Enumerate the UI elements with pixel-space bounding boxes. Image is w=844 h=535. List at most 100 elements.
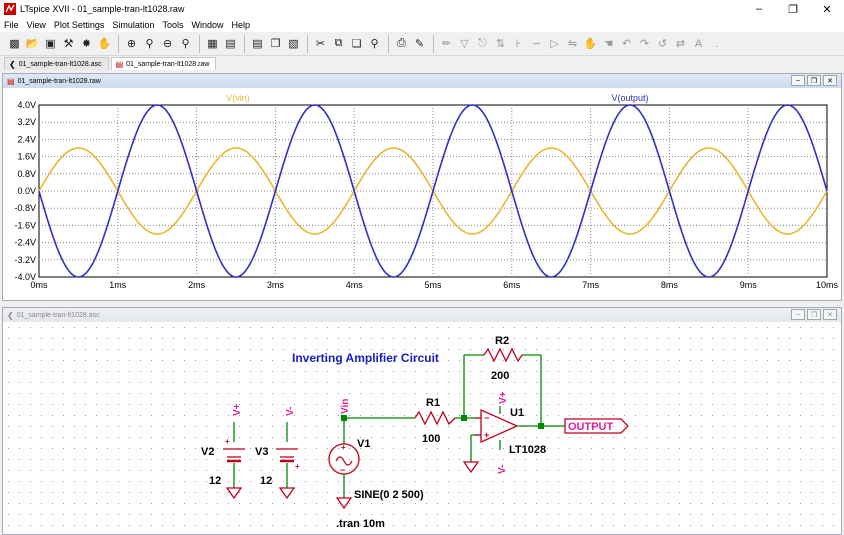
opamp-inverting-sign: − [484, 413, 489, 423]
opamp-noninverting-sign: + [484, 430, 489, 440]
toolbar-separator [118, 34, 119, 53]
y-tick-label: 3.2V [17, 117, 36, 127]
v1-value: SINE(0 2 500) [354, 489, 424, 501]
cascade-icon[interactable]: ❐ [267, 35, 284, 52]
print-setup-icon[interactable]: ✎ [411, 35, 428, 52]
u1-vminus-net-label[interactable]: V- [497, 465, 508, 474]
menu-view[interactable]: View [27, 20, 46, 30]
x-tick-label: 8ms [661, 280, 679, 290]
tab-schematic[interactable]: ❮ 01_sample-tran-lt1028.asc [4, 57, 109, 70]
run-icon[interactable]: ✸ [78, 35, 95, 52]
label-net-icon[interactable]: ⎋ [474, 35, 491, 52]
x-tick-label: 0ms [30, 280, 48, 290]
capacitor-icon[interactable]: ⊦ [510, 35, 527, 52]
text-icon[interactable]: A [690, 35, 707, 52]
v1-name: V1 [357, 438, 370, 450]
schematic-window-title-bar: ❮ 01_sample-tran-lt1028.asc – ❐ ✕ [3, 308, 841, 322]
menu-file[interactable]: File [4, 20, 19, 30]
y-tick-label: 4.0V [17, 100, 36, 110]
v3-net-label[interactable]: V- [285, 407, 296, 416]
y-tick-label: 0.8V [17, 169, 36, 179]
schematic-editor-window: ❮ 01_sample-tran-lt1028.asc – ❐ ✕ Invert… [2, 307, 842, 535]
menu-window[interactable]: Window [191, 20, 223, 30]
minimize-button[interactable]: – [742, 0, 776, 18]
legend-vin[interactable]: V(vin) [226, 93, 250, 103]
menu-tools[interactable]: Tools [162, 20, 183, 30]
autorange-icon[interactable]: ▦ [204, 35, 221, 52]
x-tick-label: 4ms [346, 280, 364, 290]
r1-name: R1 [426, 397, 440, 409]
x-tick-label: 3ms [267, 280, 285, 290]
toolbar-separator [433, 34, 434, 53]
document-tabs: ❮ 01_sample-tran-lt1028.asc ▤ 01_sample-… [0, 56, 844, 70]
tab-label: 01_sample-tran-lt1028.asc [18, 60, 102, 68]
u1-vplus-net-label[interactable]: V+ [498, 391, 509, 404]
minimize-button[interactable]: – [791, 75, 805, 86]
menu-plot-settings[interactable]: Plot Settings [54, 20, 105, 30]
resistor-icon[interactable]: ⇅ [492, 35, 509, 52]
rotate-icon[interactable]: ↺ [654, 35, 671, 52]
ground-icon[interactable]: ▽ [456, 35, 473, 52]
waveform-icon: ▤ [115, 59, 124, 69]
x-tick-label: 6ms [503, 280, 521, 290]
restore-button[interactable]: ❐ [807, 75, 821, 86]
diode-icon[interactable]: ▷ [546, 35, 563, 52]
waveform-plot[interactable]: 4.0V 3.2V 2.4V 1.6V 0.8V 0.0V -0.8V -1.6V -2.4V -… [3, 88, 841, 300]
cut-icon[interactable]: ✂ [312, 35, 329, 52]
x-tick-label: 7ms [582, 280, 600, 290]
save-icon[interactable]: ▣ [42, 35, 59, 52]
title-bar: LTspice XVII - 01_sample-tran-lt1028.raw… [0, 0, 844, 18]
tab-waveform[interactable]: ▤ 01_sample-tran-lt1028.raw [110, 57, 217, 70]
pan-hand-icon[interactable]: ✋ [96, 35, 113, 52]
find-icon[interactable]: ⚲ [366, 35, 383, 52]
undo-icon[interactable]: ↶ [618, 35, 635, 52]
inductor-icon[interactable]: ∽ [528, 35, 545, 52]
tile-horizontal-icon[interactable]: ▤ [249, 35, 266, 52]
v2-value: 12 [209, 475, 221, 487]
y-tick-label: -1.6V [14, 220, 36, 230]
redo-icon[interactable]: ↷ [636, 35, 653, 52]
restore-button[interactable]: ❐ [807, 309, 821, 320]
menu-help[interactable]: Help [231, 20, 250, 30]
schematic-canvas[interactable]: Inverting Amplifier Circuit V+ + V2 12 V… [3, 322, 841, 534]
spice-directive[interactable]: .tran 10m [336, 518, 385, 530]
v3-name: V3 [255, 446, 268, 458]
zoom-area-icon[interactable]: ⚲ [141, 35, 158, 52]
v2-net-label[interactable]: V+ [232, 403, 243, 416]
plot-settings-icon[interactable]: ▤ [222, 35, 239, 52]
mirror-icon[interactable]: ⇄ [672, 35, 689, 52]
vin-net-label[interactable]: Vin [340, 399, 351, 414]
draw-wire-icon[interactable]: ✏ [438, 35, 455, 52]
move-icon[interactable]: ✋ [582, 35, 599, 52]
open-folder-icon[interactable]: 📂 [24, 35, 41, 52]
waveform-window-title-bar: ▤ 01_sample-tran-lt1028.raw – ❐ ✕ [3, 74, 841, 88]
toolbar-separator [199, 34, 200, 53]
close-button[interactable]: ✕ [810, 0, 844, 18]
x-tick-label: 9ms [740, 280, 758, 290]
tile-vertical-icon[interactable]: ▧ [285, 35, 302, 52]
y-tick-label: 1.6V [17, 152, 36, 162]
close-button[interactable]: ✕ [823, 309, 837, 320]
copy-icon[interactable]: ⧉ [330, 35, 347, 52]
waveform-icon: ▤ [7, 76, 15, 86]
control-panel-icon[interactable]: ⚒ [60, 35, 77, 52]
zoom-in-icon[interactable]: ⊕ [123, 35, 140, 52]
maximize-button[interactable]: ❐ [776, 0, 810, 18]
v3-plus-sign: + [295, 462, 300, 471]
minimize-button[interactable]: – [791, 309, 805, 320]
zoom-out-icon[interactable]: ⊖ [159, 35, 176, 52]
legend-output[interactable]: V(output) [611, 93, 648, 103]
menu-simulation[interactable]: Simulation [112, 20, 154, 30]
component-icon[interactable]: ⇋ [564, 35, 581, 52]
paste-icon[interactable]: ❏ [348, 35, 365, 52]
v2-plus-sign: + [225, 437, 230, 446]
zoom-fit-icon[interactable]: ⚲ [177, 35, 194, 52]
x-tick-label: 10ms [816, 280, 839, 290]
print-icon[interactable]: ⎙ [393, 35, 410, 52]
u1-model: LT1028 [509, 444, 546, 456]
spice-directive-icon[interactable]: . [708, 35, 725, 52]
new-schematic-icon[interactable]: ▩ [6, 35, 23, 52]
close-button[interactable]: ✕ [823, 75, 837, 86]
ltspice-app-icon [4, 3, 16, 15]
drag-icon[interactable]: ☚ [600, 35, 617, 52]
